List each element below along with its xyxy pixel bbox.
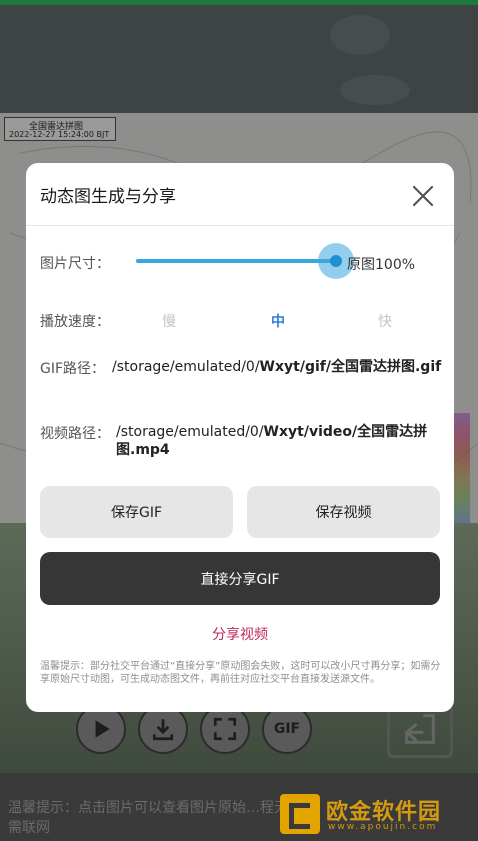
radar-title-box: 全国雷达拼图 2022-12-27 15:24:00 BJT [4,117,116,141]
gif-path-file: Wxyt/gif/全国雷达拼图.gif [259,359,442,375]
header-ghost-shape [330,15,390,55]
save-gif-button[interactable]: 保存GIF [40,486,233,538]
slider-thumb[interactable] [330,255,342,267]
speed-option-fast[interactable]: 快 [378,311,392,331]
share-video-link[interactable]: 分享视频 [26,624,454,644]
play-icon [95,720,110,738]
size-value: 原图100% [347,257,416,273]
speed-option-slow[interactable]: 慢 [162,311,176,331]
speed-label: 播放速度： [40,314,110,330]
dialog-title: 动态图生成与分享 [40,187,176,207]
radar-legend-bar [452,413,470,523]
gif-path-value: /storage/emulated/0/Wxyt/gif/全国雷达拼图.gif [112,358,442,376]
expand-icon [213,717,237,741]
close-button[interactable] [406,179,440,213]
gif-share-dialog: 动态图生成与分享 图片尺寸： 原图100% 播放速度： 慢 中 快 GIF路径：… [26,163,454,712]
radar-time: 2022-12-27 15:24:00 BJT [9,130,110,139]
background-hint: 温馨提示：点击图片可以查看图片原始…程无需联网 [8,800,288,836]
share-icon [404,714,435,744]
watermark-logo-icon [280,794,320,834]
header-ghost-shape [340,75,410,105]
gif-button-label: GIF [273,721,301,737]
gif-path-label: GIF路径： [40,361,106,377]
speed-option-medium[interactable]: 中 [271,311,285,331]
gif-path-prefix: /storage/emulated/0/ [112,359,260,375]
dialog-tip: 温馨提示：部分社交平台通过“直接分享”原动图会失败，这时可以改小尺寸再分享；如需… [40,661,441,685]
video-path-value: /storage/emulated/0/Wxyt/video/全国雷达拼图.mp… [116,423,442,459]
video-path-label: 视频路径： [40,426,110,442]
size-slider[interactable] [136,243,354,279]
download-icon [152,719,174,741]
share-gif-button[interactable]: 直接分享GIF [40,552,440,605]
video-path-prefix: /storage/emulated/0/ [116,424,264,440]
title-divider [26,225,454,226]
save-video-button[interactable]: 保存视频 [247,486,440,538]
close-icon [412,185,434,207]
watermark-url: www.apoujin.com [328,822,438,832]
site-watermark: 欧金软件园 www.apoujin.com [280,794,474,838]
slider-fill [136,259,336,263]
app-header-background [0,5,478,113]
size-label: 图片尺寸： [40,256,110,272]
